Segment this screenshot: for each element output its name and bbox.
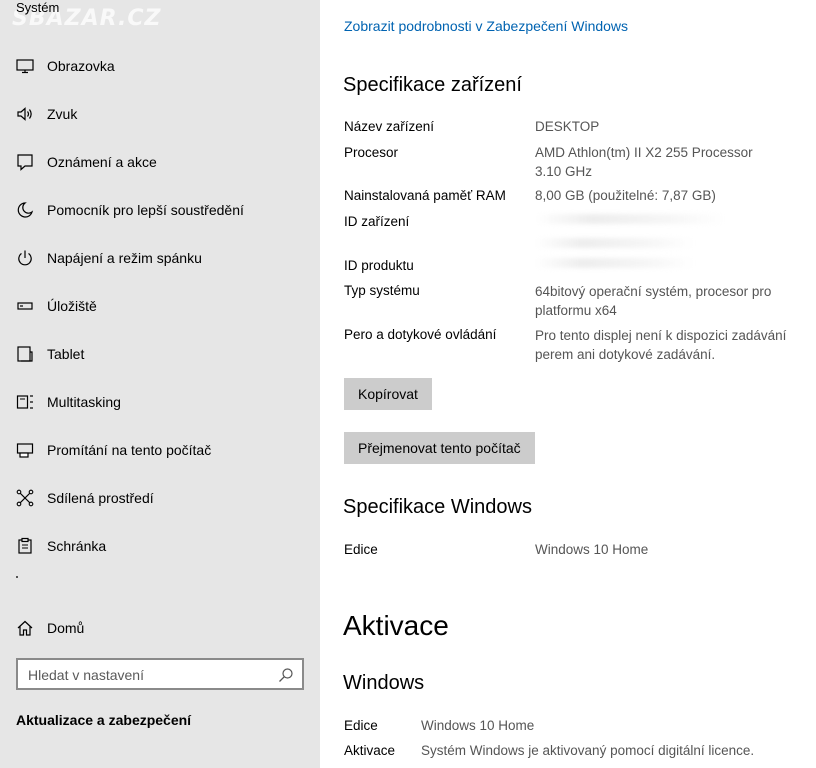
activation-value-edition: Windows 10 Home [421,718,535,733]
sidebar-item-promitani[interactable]: Promítání na tento počítač [0,430,320,470]
sidebar-title: Systém [16,0,60,15]
home-label: Domů [47,620,85,636]
sidebar-item-zvuk[interactable]: Zvuk [0,94,320,134]
spec-value-system-type: 64bitový operační systém, procesor pro p… [535,284,772,318]
redacted-device-id [535,214,725,224]
spec-value-processor: AMD Athlon(tm) II X2 255 Processor 3.10 … [535,145,753,179]
sidebar-item-label: Zvuk [47,106,78,122]
spec-value-ram: 8,00 GB (použitelné: 7,87 GB) [535,188,716,203]
sidebar-item-tablet[interactable]: Tablet [0,334,320,374]
home-icon [16,619,34,637]
activation-heading: Aktivace [343,610,449,641]
activation-windows-subheading: Windows [343,672,425,694]
sidebar-item-label: Úložiště [47,298,97,314]
spec-label-ram: Nainstalovaná paměť RAM [344,188,506,203]
activation-label-status: Aktivace [344,743,396,758]
clipboard-icon [16,537,34,555]
shared-experiences-icon [16,489,34,507]
activation-label-edition: Edice [344,718,378,733]
main-content: Zobrazit podrobnosti v Zabezpečení Windo… [320,0,816,768]
sidebar-item-soustredeni[interactable]: Pomocník pro lepší soustředění [0,190,320,230]
notification-icon [16,153,34,171]
sidebar-item-schranka[interactable]: Schránka [0,526,320,566]
multitasking-icon [16,393,34,411]
spec-value-device-name: DESKTOP [535,119,600,134]
spec-value-pen-touch: Pro tento displej není k dispozici zadáv… [535,328,787,362]
sidebar-item-oznameni[interactable]: Oznámení a akce [0,142,320,182]
sidebar-item-label: Pomocník pro lepší soustředění [47,202,244,218]
scroll-indicator [16,576,18,578]
moon-icon [16,201,34,219]
spec-label-pen-touch: Pero a dotykové ovládání [344,327,497,342]
spec-label-device-id: ID zařízení [344,214,410,229]
speaker-icon [16,105,34,123]
sidebar-item-multitasking[interactable]: Multitasking [0,382,320,422]
sidebar-item-label: Sdílená prostředí [47,490,154,506]
tablet-icon [16,345,34,363]
sidebar-item-label: Schránka [47,538,107,554]
settings-search-box[interactable] [16,658,304,690]
sidebar-item-label: Multitasking [47,394,121,410]
device-specs-heading: Specifikace zařízení [343,74,522,96]
sidebar: SBAZAR.CZ Systém Obrazovka Zvuk Oznámení… [0,0,320,768]
search-icon[interactable] [278,667,294,683]
security-details-link[interactable]: Zobrazit podrobnosti v Zabezpečení Windo… [344,18,628,34]
sidebar-item-label: Napájení a režim spánku [47,250,202,266]
sidebar-item-obrazovka[interactable]: Obrazovka [0,46,320,86]
spec-label-product-id: ID produktu [344,258,414,273]
sidebar-item-label: Oznámení a akce [47,154,157,170]
projecting-icon [16,441,34,459]
storage-icon [16,297,34,315]
spec-value-edition: Windows 10 Home [535,542,649,557]
activation-value-status: Systém Windows je aktivovaný pomocí digi… [421,743,755,758]
rename-pc-button[interactable]: Přejmenovat tento počítač [344,432,535,464]
sidebar-item-sdilena[interactable]: Sdílená prostředí [0,478,320,518]
spec-label-processor: Procesor [344,145,399,160]
sidebar-item-napajeni[interactable]: Napájení a režim spánku [0,238,320,278]
spec-label-device-name: Název zařízení [344,119,435,134]
spec-label-system-type: Typ systému [344,283,420,298]
sidebar-item-label: Promítání na tento počítač [47,442,212,458]
sidebar-item-label: Obrazovka [47,58,115,74]
search-input[interactable] [28,665,268,685]
redacted-device-id-line2 [535,238,695,248]
power-icon [16,249,34,267]
redacted-product-id [535,258,695,268]
spec-label-edition: Edice [344,542,378,557]
sidebar-item-label: Tablet [47,346,85,362]
monitor-icon [16,57,34,75]
windows-specs-heading: Specifikace Windows [343,496,532,518]
copy-button[interactable]: Kopírovat [344,378,432,410]
sidebar-item-uloziste[interactable]: Úložiště [0,286,320,326]
sidebar-item-home[interactable]: Domů [0,608,320,648]
sidebar-category-update-security[interactable]: Aktualizace a zabezpečení [16,712,191,728]
